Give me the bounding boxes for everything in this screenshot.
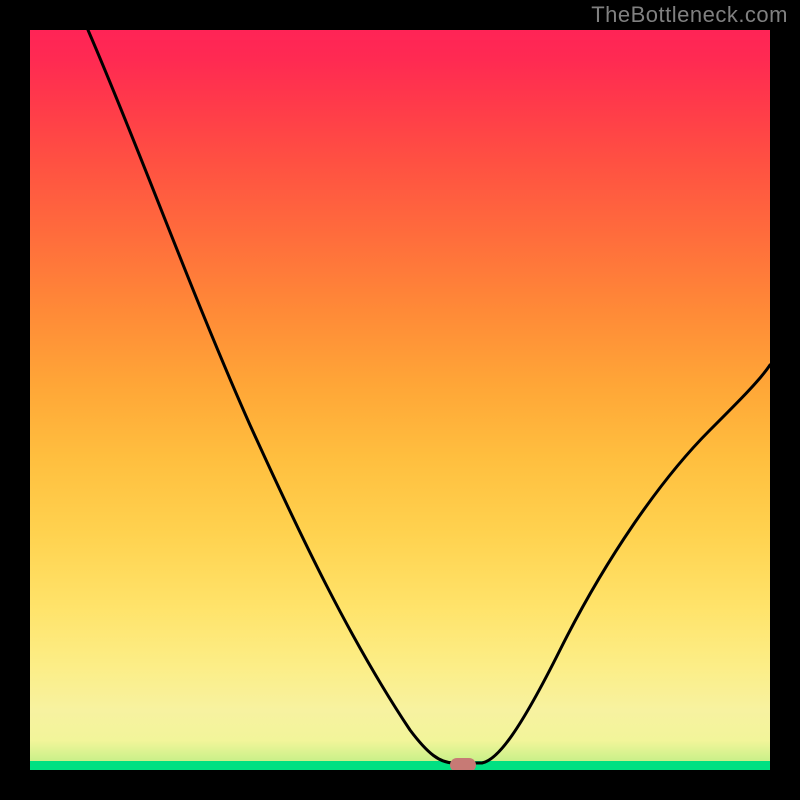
chart-container: TheBottleneck.com bbox=[0, 0, 800, 800]
plot-area bbox=[30, 30, 770, 770]
watermark-text: TheBottleneck.com bbox=[591, 2, 788, 28]
curve-layer bbox=[30, 30, 770, 770]
bottleneck-curve bbox=[88, 30, 770, 763]
optimal-point-marker bbox=[450, 758, 476, 770]
